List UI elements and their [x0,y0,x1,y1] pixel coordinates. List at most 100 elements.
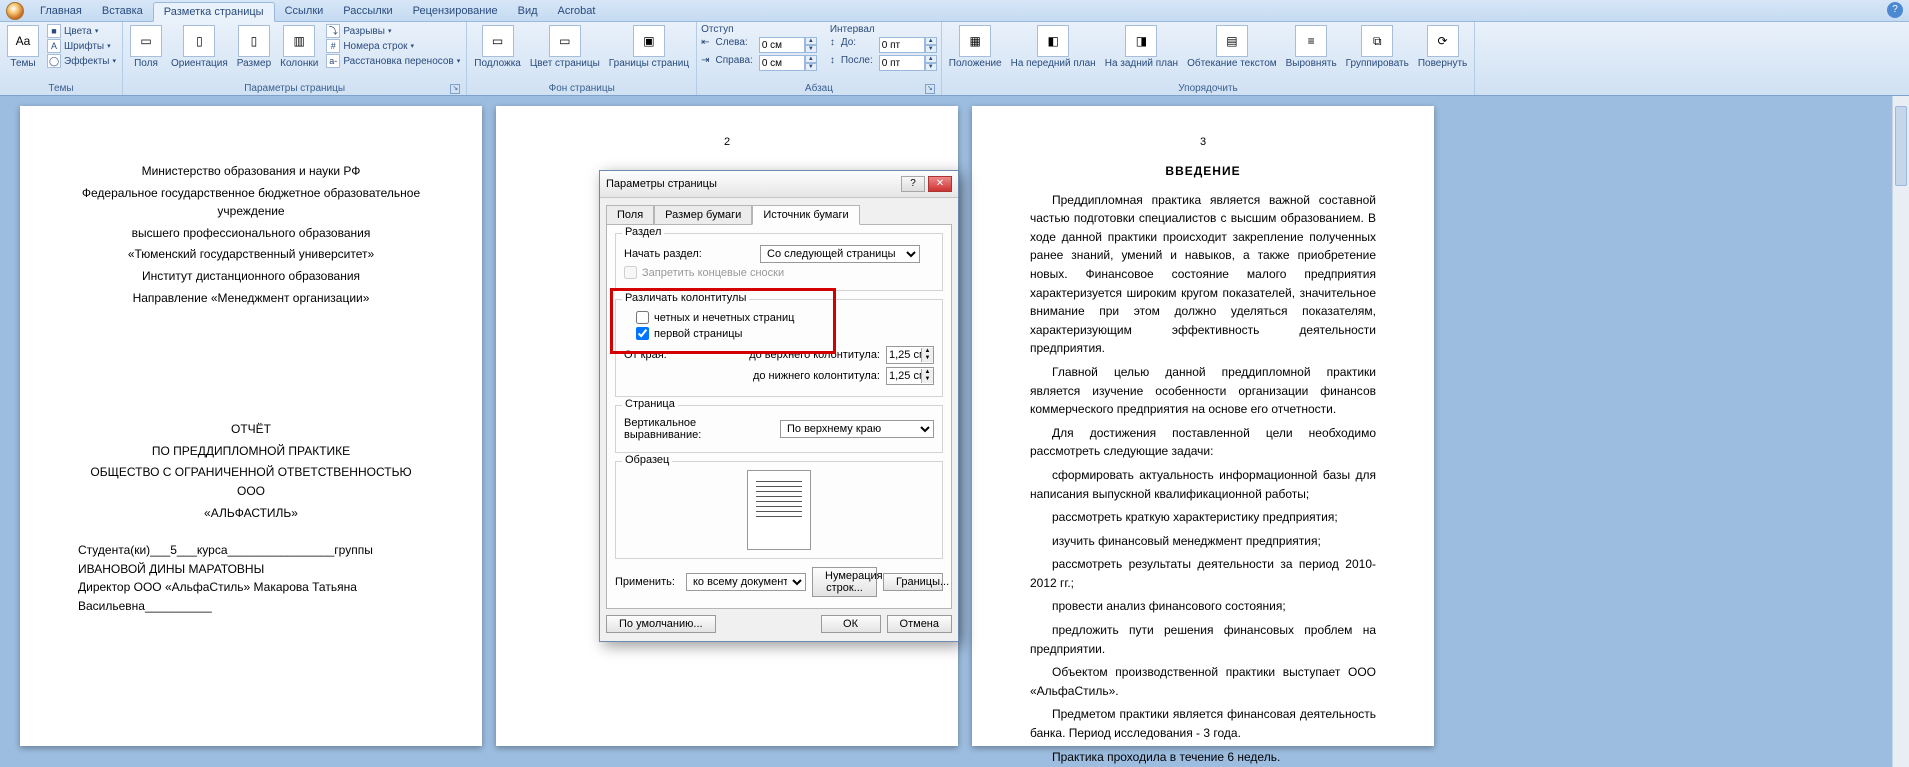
body-paragraph: Предметом практики является финансовая д… [1030,705,1376,742]
page-borders-button[interactable]: ▣Границы страниц [606,24,692,70]
apply-to-select[interactable]: ко всему документу [686,573,806,591]
borders-dialog-button[interactable]: Границы... [883,573,943,591]
body-paragraph: изучить финансовый менеджмент предприяти… [1030,532,1376,551]
group-button[interactable]: ⧉Группировать [1343,24,1412,70]
themes-button[interactable]: Aa Темы [4,24,42,70]
indent-right-icon: ⇥ [701,55,709,71]
tab-home[interactable]: Главная [30,2,92,20]
position-button[interactable]: ▦Положение [946,24,1005,70]
office-button[interactable] [6,2,24,20]
watermark-button[interactable]: ▭Подложка [471,24,524,70]
page-1[interactable]: Министерство образования и науки РФ Феде… [20,106,482,746]
body-paragraph: провести анализ финансового состояния; [1030,597,1376,616]
space-after-icon: ↕ [830,55,835,71]
tab-review[interactable]: Рецензирование [403,2,508,20]
group-paragraph: Отступ ⇤Слева: ▲▼ ⇥Справа: ▲▼ Интервал ↕… [697,22,942,95]
sample-fieldset: Образец [615,461,943,559]
page-color-button[interactable]: ▭Цвет страницы [527,24,603,70]
themes-icon: Aa [7,25,39,57]
bring-front-button[interactable]: ◧На передний план [1008,24,1099,70]
theme-fonts[interactable]: AШрифты▾ [45,39,118,53]
page-3[interactable]: 3 ВВЕДЕНИЕ Преддипломная практика являет… [972,106,1434,746]
space-after-input[interactable]: ▲▼ [879,55,937,71]
theme-effects[interactable]: ◯Эффекты▾ [45,54,118,68]
group-icon: ⧉ [1361,25,1393,57]
columns-button[interactable]: ▥Колонки [277,24,321,70]
hyphenation-button[interactable]: a-Расстановка переносов▾ [324,54,462,68]
page-preview [747,470,811,550]
tab-mailings[interactable]: Рассылки [333,2,402,20]
size-icon: ▯ [238,25,270,57]
group-page-setup: ▭Поля ▯Ориентация ▯Размер ▥Колонки ⤵Разр… [123,22,467,95]
breaks-icon: ⤵ [326,24,340,38]
indent-right-input[interactable]: ▲▼ [759,55,817,71]
size-button[interactable]: ▯Размер [234,24,274,70]
section-start-select[interactable]: Со следующей страницы [760,245,920,263]
tab-references[interactable]: Ссылки [275,2,334,20]
vertical-align-select[interactable]: По верхнему краю [780,420,934,438]
group-arrange: ▦Положение ◧На передний план ◨На задний … [942,22,1475,95]
page-fieldset: Страница Вертикальное выравнивание: По в… [615,405,943,453]
send-back-button[interactable]: ◨На задний план [1102,24,1181,70]
text-wrap-button[interactable]: ▤Обтекание текстом [1184,24,1280,70]
vertical-scrollbar[interactable] [1892,96,1909,767]
page-setup-dialog: Параметры страницы ? ✕ Поля Размер бумаг… [599,170,959,642]
first-page-checkbox[interactable] [636,327,649,340]
cancel-button[interactable]: Отмена [887,615,952,633]
linenum-icon: # [326,39,340,53]
default-button[interactable]: По умолчанию... [606,615,716,633]
body-paragraph: рассмотреть результаты деятельности за п… [1030,555,1376,592]
dialog-help-button[interactable]: ? [901,176,925,192]
dialog-tab-paper[interactable]: Размер бумаги [654,205,752,225]
space-before-icon: ↕ [830,37,835,53]
dialog-tab-margins[interactable]: Поля [606,205,654,225]
body-paragraph: Для достижения поставленной цели необход… [1030,424,1376,461]
orientation-button[interactable]: ▯Ориентация [168,24,231,70]
odd-even-checkbox[interactable] [636,311,649,324]
group-page-background: ▭Подложка ▭Цвет страницы ▣Границы страни… [467,22,697,95]
tab-acrobat[interactable]: Acrobat [548,2,606,20]
align-icon: ≡ [1295,25,1327,57]
hyphen-icon: a- [326,54,340,68]
columns-icon: ▥ [283,25,315,57]
suppress-endnotes-checkbox [624,266,637,279]
rotate-button[interactable]: ⟳Повернуть [1415,24,1470,70]
tab-view[interactable]: Вид [508,2,548,20]
margins-button[interactable]: ▭Поля [127,24,165,70]
tab-page-layout[interactable]: Разметка страницы [153,2,275,22]
indent-left-input[interactable]: ▲▼ [759,37,817,53]
theme-colors[interactable]: ■Цвета▾ [45,24,118,38]
dialog-titlebar[interactable]: Параметры страницы ? ✕ [600,171,958,198]
paragraph-launcher[interactable]: ↘ [925,84,935,94]
section-fieldset: Раздел Начать раздел: Со следующей стран… [615,233,943,291]
help-icon[interactable]: ? [1887,2,1903,18]
fonts-icon: A [47,39,61,53]
indent-left-icon: ⇤ [701,37,709,53]
headers-footers-fieldset: Различать колонтитулы четных и нечетных … [615,299,943,397]
scroll-thumb[interactable] [1895,106,1907,186]
tab-insert[interactable]: Вставка [92,2,153,20]
line-numbers-dialog-button[interactable]: Нумерация строк... [812,567,877,597]
wrap-icon: ▤ [1216,25,1248,57]
ok-button[interactable]: ОК [821,615,881,633]
breaks-button[interactable]: ⤵Разрывы▾ [324,24,462,38]
page-setup-launcher[interactable]: ↘ [450,84,460,94]
body-paragraph: предложить пути решения финансовых пробл… [1030,621,1376,658]
body-paragraph: сформировать актуальность информационной… [1030,466,1376,503]
group-themes: Aa Темы ■Цвета▾ AШрифты▾ ◯Эффекты▾ Темы [0,22,123,95]
pagecolor-icon: ▭ [549,25,581,57]
ribbon-tabs: Главная Вставка Разметка страницы Ссылки… [0,0,1909,22]
space-before-input[interactable]: ▲▼ [879,37,937,53]
footer-distance-input[interactable]: ▲▼ [886,367,934,385]
header-distance-input[interactable]: ▲▼ [886,346,934,364]
align-button[interactable]: ≡Выровнять [1283,24,1340,70]
body-paragraph: Объектом производственной практики высту… [1030,663,1376,700]
back-icon: ◨ [1125,25,1157,57]
dialog-tab-layout[interactable]: Источник бумаги [752,205,859,225]
dialog-close-button[interactable]: ✕ [928,176,952,192]
line-numbers-button[interactable]: #Номера строк▾ [324,39,462,53]
rotate-icon: ⟳ [1427,25,1459,57]
body-paragraph: рассмотреть краткую характеристику предп… [1030,508,1376,527]
front-icon: ◧ [1037,25,1069,57]
orientation-icon: ▯ [183,25,215,57]
